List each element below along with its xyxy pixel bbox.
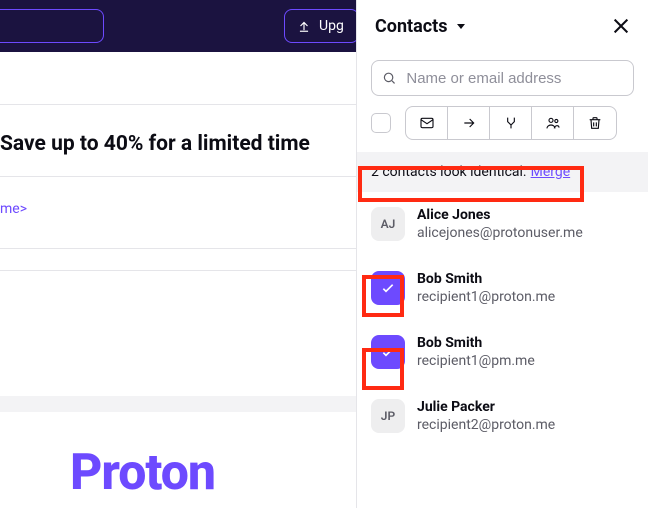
group-button[interactable] [532,107,574,139]
divider [0,248,356,249]
merge-banner-text: 2 contacts look identical. [371,164,527,180]
delete-button[interactable] [574,107,616,139]
divider [0,176,356,177]
divider-band [0,396,356,412]
trash-icon [587,115,603,131]
envelope-icon [419,115,435,131]
contact-name: Bob Smith [417,335,535,351]
contact-checkbox-checked[interactable] [371,271,405,305]
contact-info: Alice Jones alicejones@protonuser.me [417,207,583,241]
contact-info: Bob Smith recipient1@proton.me [417,271,555,305]
merge-link[interactable]: Merge [531,164,571,180]
toolbar [357,106,648,152]
chevron-down-icon [457,24,465,29]
contact-checkbox-checked[interactable] [371,335,405,369]
panel-title-dropdown[interactable]: Contacts [375,16,465,37]
divider [0,104,356,105]
users-icon [544,115,562,131]
upgrade-icon [297,19,311,33]
arrow-right-icon [461,115,477,131]
contact-name: Julie Packer [417,399,555,415]
close-button[interactable] [612,17,630,35]
topbar-pill[interactable] [0,9,104,43]
panel-title: Contacts [375,16,447,37]
email-snippet: me> [0,201,27,217]
check-icon [380,280,396,296]
compose-button[interactable] [406,107,448,139]
search-icon [382,70,396,86]
divider [0,270,356,271]
contact-row[interactable]: Bob Smith recipient1@pm.me [357,320,648,384]
forward-button[interactable] [448,107,490,139]
contact-name: Alice Jones [417,207,583,223]
contact-name: Bob Smith [417,271,555,287]
contact-row[interactable]: JP Julie Packer recipient2@proton.me [357,384,648,448]
check-icon [380,344,396,360]
contact-row[interactable]: Bob Smith recipient1@proton.me [357,256,648,320]
contacts-panel: Contacts [356,0,648,508]
merge-button[interactable] [490,107,532,139]
toolbar-button-group [405,106,617,140]
select-all-checkbox[interactable] [371,113,391,133]
contacts-list: AJ Alice Jones alicejones@protonuser.me Bob… [357,192,648,508]
upgrade-button[interactable]: Upg [284,9,359,43]
search-input[interactable] [406,70,623,87]
contact-row[interactable]: AJ Alice Jones alicejones@protonuser.me [357,192,648,256]
contact-info: Julie Packer recipient2@proton.me [417,399,555,433]
search-field[interactable] [371,60,634,96]
brand-logo: Proton [70,444,215,502]
merge-icon [503,115,519,131]
panel-header: Contacts [357,0,648,52]
search-container [357,52,648,106]
contact-email: alicejones@protonuser.me [417,225,583,241]
contact-info: Bob Smith recipient1@pm.me [417,335,535,369]
contact-avatar[interactable]: JP [371,399,405,433]
contact-email: recipient1@pm.me [417,353,535,369]
contact-avatar[interactable]: AJ [371,207,405,241]
contact-email: recipient2@proton.me [417,417,555,433]
contact-email: recipient1@proton.me [417,289,555,305]
upgrade-label: Upg [319,18,344,34]
merge-banner: 2 contacts look identical. Merge [357,152,648,192]
promo-headline: Save up to 40% for a limited time [0,132,310,156]
